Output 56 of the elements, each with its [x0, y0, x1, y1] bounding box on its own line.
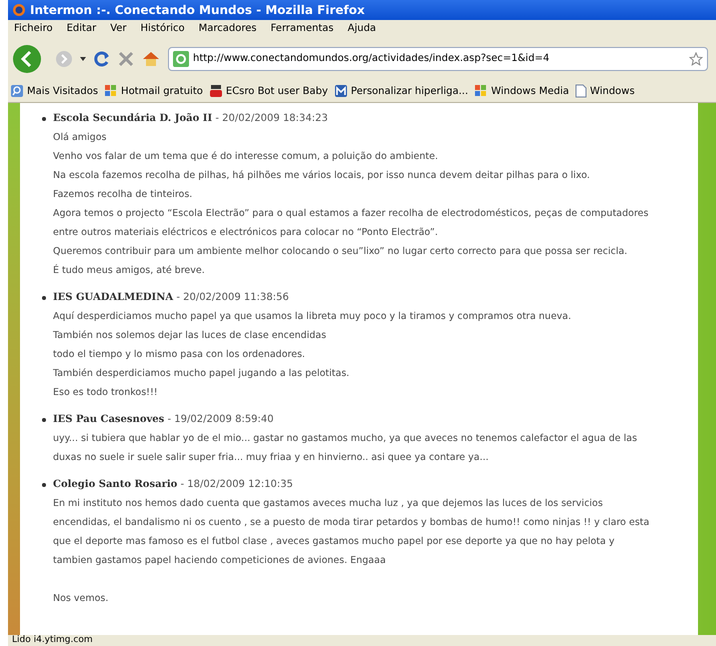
menu-item[interactable]: Ver	[110, 21, 127, 36]
post-paragraph: También desperdiciamos mucho papel jugando a las pelotitas.	[53, 367, 350, 381]
post-paragraph: También nos solemos dejar las luces de clase encendidas	[53, 329, 328, 343]
bookmark-link[interactable]: Windows Media	[491, 84, 570, 98]
menu-item[interactable]: Ficheiro	[14, 21, 53, 36]
post-paragraph: Agora temos o projecto “Escola Electrão” para o qual estamos a fazer recolha de electrodomésticos, peças de computadores entre outros materiais eléctricos e electrónicos para colocar no “Ponto Electrão”.	[53, 207, 650, 240]
post-paragraph: Aquí desperdiciamos mucho papel ya que usamos la libreta muy poco y la tiramos y compramos otra nueva.	[53, 310, 572, 324]
post-date: - 19/02/2009 8:59:40	[167, 414, 274, 425]
post-paragraph: Venho vos falar de um tema que é do interesse comum, a poluição do ambiente.	[53, 150, 439, 164]
post-author: IES Pau Casesnoves	[53, 414, 164, 425]
home-icon[interactable]	[142, 50, 160, 66]
bookmark-link[interactable]: Hotmail gratuito	[121, 84, 203, 98]
post-author: IES GUADALMEDINA	[53, 292, 174, 303]
menu-item[interactable]: Marcadores	[198, 21, 257, 36]
window-title: Intermon :-. Conectando Mundos - Mozilla Firefox	[30, 2, 365, 19]
page-icon	[575, 84, 588, 98]
bookmark-link[interactable]: ECsro Bot user Baby	[226, 84, 328, 98]
bookmark-link[interactable]: Personalizar hiperliga...	[350, 84, 468, 98]
menu-item[interactable]: Ferramentas	[270, 21, 334, 36]
post-paragraph: Eso es todo tronkos!!!	[53, 386, 159, 400]
bullet-icon	[42, 116, 46, 120]
star-icon[interactable]	[689, 52, 703, 66]
browser-logo-icon	[12, 3, 26, 17]
post-date: - 20/02/2009 11:38:56	[176, 292, 289, 303]
windows-flag-icon	[104, 84, 118, 98]
video-logo-icon	[208, 84, 223, 98]
bullet-icon	[42, 418, 46, 422]
bookmark-link[interactable]: Windows	[590, 84, 635, 98]
post-paragraph: todo el tiempo y lo mismo pasa con los ordenadores.	[53, 348, 306, 362]
post-paragraph: En mi instituto nos hemos dado cuenta que gastamos aveces mucha luz , ya que dejemos las luces de los servicios encendidas, el bandalismo ni os cuento , se a puesto de moda tirar petardos y bombas de humo!! como ninjas !! y claro esta que el deporte mas famoso es el futbol clase , aveces gastamos mucho papel por ese deporte ya que no hay pelota y tambien gastamos papel haciendo competiciones de aviones. Engaaa	[53, 497, 650, 568]
post-author: Escola Secundária D. João II	[53, 113, 212, 124]
post-paragraph: Queremos contribuir para um ambiente melhor colocando o seu”lixo” no lugar certo correcto para que possa ser recicla.	[53, 245, 628, 259]
menu-item[interactable]: Ajuda	[348, 21, 376, 36]
windows-flag-icon	[474, 84, 488, 98]
bookmark-link[interactable]: Mais Visitados	[27, 84, 98, 98]
letter-m-icon	[334, 84, 348, 98]
address-field[interactable]: http://www.conectandomundos.org/actividades/index.asp?sec=1&id=4	[168, 46, 708, 70]
dropdown-caret-icon[interactable]	[80, 56, 86, 60]
bullet-icon	[42, 296, 46, 300]
post-paragraph: Na escola fazemos recolha de pilhas, há pilhões me vários locais, por isso nunca devem deitar pilhas para o lixo.	[53, 169, 591, 183]
post-paragraph: Fazemos recolha de tinteiros.	[53, 188, 194, 202]
post-date: - 18/02/2009 12:10:35	[180, 479, 294, 490]
menu-item[interactable]: Editar	[66, 21, 96, 36]
post-paragraph: Olá amigos	[53, 131, 108, 145]
menu-item[interactable]: Histórico	[140, 21, 185, 36]
site-favicon-icon	[173, 50, 189, 66]
post-author: Colegio Santo Rosario	[53, 479, 178, 490]
magnifier-icon	[10, 84, 24, 98]
reload-icon[interactable]	[94, 50, 110, 66]
post-paragraph: É tudo meus amigos, até breve.	[53, 263, 206, 278]
bullet-icon	[42, 482, 46, 486]
post-paragraph: uyy... si tubiera que hablar yo de el mio... gastar no gastamos mucho, ya que aveces no tenemos calefactor el agua de las duxas no suele ir suele salir super fria... muy friaa y en hinvierno.. asi quee ya contare ya...	[53, 432, 638, 465]
status-text: Lido i4.ytimg.com	[12, 635, 93, 646]
post-date: - 20/02/2009 18:34:23	[215, 113, 328, 124]
post-closing: Nos vemos.	[53, 592, 110, 606]
stop-icon[interactable]	[118, 50, 134, 66]
